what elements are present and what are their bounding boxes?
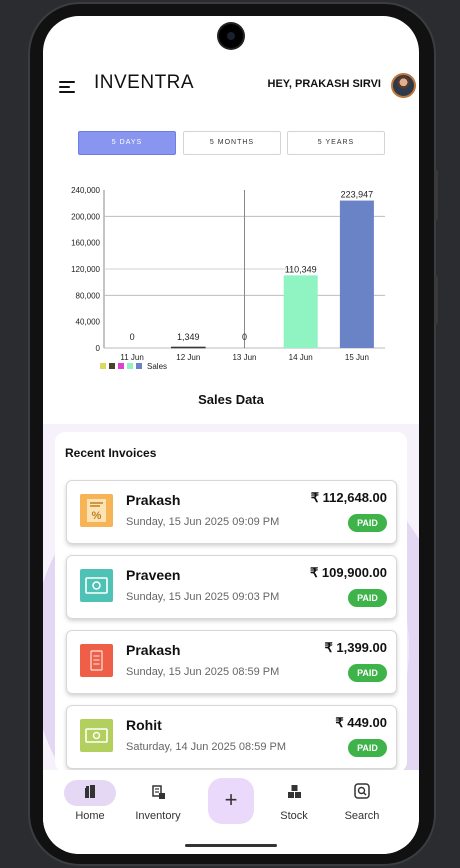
nav-stock-label: Stock — [280, 810, 308, 822]
home-indicator — [185, 844, 277, 847]
invoice-card[interactable]: Rohit Saturday, 14 Jun 2025 08:59 PM ₹ 4… — [66, 705, 397, 769]
nav-inventory-label: Inventory — [135, 810, 181, 822]
x-tick-label: 14 Jun — [289, 353, 313, 362]
y-tick-label: 40,000 — [76, 318, 101, 327]
invoice-amount: ₹ 109,900.00 — [310, 565, 387, 580]
x-tick-label: 15 Jun — [345, 353, 369, 362]
data-label: 1,349 — [177, 332, 200, 342]
tab-5-years[interactable]: 5 YEARS — [287, 131, 385, 155]
nav-stock[interactable]: Stock — [264, 780, 324, 822]
legend-swatch — [127, 363, 133, 369]
invoice-date: Sunday, 15 Jun 2025 09:03 PM — [126, 591, 280, 603]
bill-icon — [80, 644, 113, 677]
nav-search-label: Search — [344, 810, 380, 822]
bar — [171, 346, 206, 349]
tab-5-months[interactable]: 5 MONTHS — [183, 131, 281, 155]
avatar[interactable] — [391, 73, 416, 98]
status-badge: PAID — [348, 514, 387, 532]
data-label: 223,947 — [341, 190, 374, 200]
app-screen: INVENTRA HEY, PRAKASH SIRVI 5 DAYS 5 MON… — [43, 16, 419, 854]
app-header: INVENTRA HEY, PRAKASH SIRVI — [43, 68, 419, 108]
legend-swatch — [100, 363, 106, 369]
y-tick-label: 80,000 — [76, 291, 101, 300]
invoice-date: Sunday, 15 Jun 2025 08:59 PM — [126, 666, 280, 678]
y-tick-label: 0 — [96, 344, 101, 353]
svg-text:%: % — [92, 510, 102, 522]
invoice-customer-name: Rohit — [126, 717, 162, 733]
invoice-card[interactable]: Prakash Sunday, 15 Jun 2025 08:59 PM ₹ 1… — [66, 630, 397, 694]
add-button[interactable]: + — [208, 778, 254, 824]
data-label: 0 — [130, 332, 135, 342]
nav-home[interactable]: Home — [60, 780, 120, 822]
invoice-card[interactable]: Praveen Sunday, 15 Jun 2025 09:03 PM ₹ 1… — [66, 555, 397, 619]
y-tick-label: 120,000 — [71, 265, 100, 274]
sales-chart-card: 0 40,000 80,000 120,000 160,000 200,000 240,00… — [55, 166, 407, 424]
status-badge: PAID — [348, 739, 387, 757]
x-tick-label: 13 Jun — [232, 353, 256, 362]
nav-search[interactable]: Search — [332, 780, 392, 822]
power-button — [434, 276, 438, 324]
invoice-customer-name: Praveen — [126, 567, 181, 583]
sales-chart: 0 40,000 80,000 120,000 160,000 200,000 240,00… — [71, 186, 385, 371]
invoice-card[interactable]: % Prakash Sunday, 15 Jun 2025 09:09 PM ₹… — [66, 480, 397, 544]
legend-label: Sales — [147, 362, 167, 371]
invoice-amount: ₹ 449.00 — [335, 715, 387, 730]
range-tabs: 5 DAYS 5 MONTHS 5 YEARS — [78, 131, 385, 155]
data-label: 0 — [242, 332, 247, 342]
front-camera — [219, 24, 243, 48]
recent-invoices-card: Recent Invoices % Prakash Sunday, 15 Jun… — [55, 432, 407, 772]
y-tick-label: 240,000 — [71, 186, 100, 195]
invoice-date: Saturday, 14 Jun 2025 08:59 PM — [126, 741, 287, 753]
x-tick-label: 11 Jun — [120, 353, 143, 362]
legend-swatch — [136, 363, 142, 369]
recent-invoices-title: Recent Invoices — [65, 446, 157, 460]
invoice-date: Sunday, 15 Jun 2025 09:09 PM — [126, 516, 280, 528]
invoice-amount: ₹ 112,648.00 — [310, 490, 387, 505]
data-label: 110,349 — [285, 264, 317, 274]
discount-receipt-icon: % — [80, 494, 113, 527]
nav-inventory[interactable]: Inventory — [128, 780, 188, 822]
menu-icon[interactable] — [59, 80, 75, 94]
legend-swatch — [109, 363, 115, 369]
volume-button — [434, 170, 438, 220]
bottom-navigation: Home Inventory + Stock Search — [43, 770, 419, 854]
x-tick-label: 12 Jun — [176, 353, 200, 362]
tab-5-days[interactable]: 5 DAYS — [78, 131, 176, 155]
cash-icon — [80, 569, 113, 602]
app-title: INVENTRA — [94, 72, 195, 93]
bar — [339, 200, 374, 348]
user-greeting: HEY, PRAKASH SIRVI — [267, 78, 382, 90]
status-badge: PAID — [348, 589, 387, 607]
status-badge: PAID — [348, 664, 387, 682]
search-icon — [354, 783, 370, 799]
invoice-amount: ₹ 1,399.00 — [324, 640, 388, 655]
y-tick-label: 160,000 — [71, 239, 100, 248]
y-tick-label: 200,000 — [71, 212, 100, 221]
inventory-icon — [152, 785, 165, 799]
invoice-customer-name: Prakash — [126, 492, 181, 508]
nav-home-label: Home — [75, 810, 105, 822]
invoice-customer-name: Prakash — [126, 642, 181, 658]
stock-icon — [288, 785, 301, 798]
home-icon — [85, 785, 95, 798]
banknote-icon — [80, 719, 113, 752]
bar — [283, 275, 318, 348]
chart-title: Sales Data — [198, 392, 264, 407]
legend-swatch — [118, 363, 124, 369]
